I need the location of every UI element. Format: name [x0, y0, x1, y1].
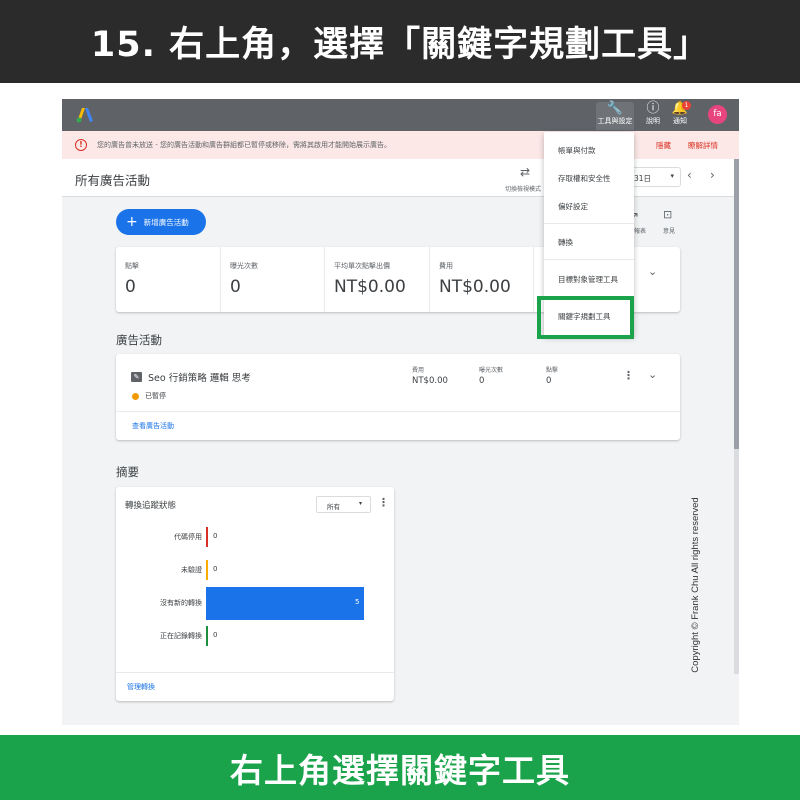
more-vert-icon[interactable]: ⋮: [623, 369, 634, 382]
bar-category-label: 沒有新的轉換: [160, 599, 202, 607]
menu-separator: [544, 259, 634, 260]
screenshot-frame: 🔧 工具與設定 ⓘ 說明 🔔 1 通知 fa ! 您的廣告曾未放送 - 您的廣告…: [62, 99, 739, 725]
divider: [116, 672, 394, 673]
campaign-status: 已暫停: [145, 392, 166, 400]
metric-avg-cpc[interactable]: 平均單次點擊出價 NT$0.00: [325, 247, 430, 312]
menu-item-preferences[interactable]: 偏好設定: [558, 201, 588, 212]
help-button[interactable]: ⓘ 說明: [640, 102, 666, 130]
google-ads-logo: [76, 108, 93, 123]
bar-category-label: 正在記錄轉換: [160, 632, 202, 640]
campaign-stat-label: 點擊: [546, 367, 559, 374]
reports-label: 報表: [634, 228, 647, 235]
campaigns-section-title: 廣告活動: [116, 333, 162, 347]
date-value: 31日: [634, 174, 652, 183]
avatar[interactable]: fa: [708, 105, 727, 124]
switch-view-label: 切換檢視模式: [505, 186, 542, 193]
notifications-label: 通知: [673, 117, 687, 125]
new-campaign-label: 新增廣告活動: [143, 217, 189, 227]
menu-item-access-security[interactable]: 存取權和安全性: [558, 173, 611, 184]
bar-value-label: 0: [213, 565, 218, 573]
alert-icon: !: [75, 139, 87, 151]
tools-label: 工具與設定: [597, 117, 633, 125]
plus-icon: +: [126, 214, 138, 230]
chevron-down-icon[interactable]: ⌄: [648, 368, 657, 381]
app-bar: 🔧 工具與設定 ⓘ 說明 🔔 1 通知 fa: [62, 99, 739, 131]
campaign-stat-label: 費用: [412, 367, 425, 374]
scrollbar-thumb[interactable]: [734, 159, 739, 449]
chevron-left-icon[interactable]: ‹: [687, 168, 692, 182]
campaign-card: ✎ Seo 行銷策略 邏輯 思考 已暫停 費用 NT$0.00 曝光次數 0 點…: [116, 354, 680, 440]
new-campaign-button[interactable]: + 新增廣告活動: [116, 209, 206, 235]
metric-value: NT$0.00: [334, 277, 406, 297]
bar-value-label: 0: [213, 532, 218, 540]
page-header: 所有廣告活動 ⇄ 切換檢視模式 31日 ▾ ‹ ›: [62, 159, 739, 197]
chevron-right-icon[interactable]: ›: [710, 168, 715, 182]
help-label: 說明: [646, 117, 660, 125]
menu-item-audience-manager[interactable]: 目標對象管理工具: [558, 274, 618, 285]
page-title: 所有廣告活動: [75, 173, 151, 188]
paused-status-icon: [132, 393, 139, 400]
bottom-banner-caption: 右上角選擇關鍵字工具: [0, 735, 800, 800]
metric-label: 點擊: [125, 262, 139, 270]
menu-item-conversions[interactable]: 轉換: [558, 237, 573, 248]
summary-section-title: 摘要: [116, 465, 139, 479]
bar-mark: [206, 560, 208, 580]
notification-badge: 1: [682, 101, 691, 110]
alert-message: 您的廣告曾未放送 - 您的廣告活動和廣告群組都已暫停或移除，需將其啟用才能開始展…: [97, 141, 391, 149]
bar-value-label: 5: [355, 598, 360, 606]
tools-settings-button[interactable]: 🔧 工具與設定: [596, 102, 634, 130]
campaign-stat-value: NT$0.00: [412, 376, 448, 386]
switch-view-icon[interactable]: ⇄: [520, 165, 530, 179]
metric-cost[interactable]: 費用 NT$0.00: [430, 247, 534, 312]
menu-item-billing[interactable]: 帳單與付款: [558, 145, 596, 156]
metric-label: 曝光次數: [230, 262, 258, 270]
bar-mark[interactable]: [206, 587, 364, 620]
divider: [116, 411, 680, 412]
wrench-icon: 🔧: [606, 101, 624, 116]
caret-down-icon: ▾: [670, 172, 674, 180]
more-vert-icon[interactable]: ⋮: [378, 496, 389, 509]
select-value: 所有: [327, 503, 340, 511]
metric-value: 0: [125, 277, 136, 297]
alert-details-link[interactable]: 瞭解詳情: [688, 140, 718, 151]
menu-separator: [544, 223, 634, 224]
notifications-button[interactable]: 🔔 1 通知: [668, 101, 692, 130]
bar-mark: [206, 626, 208, 646]
date-range-select[interactable]: 31日 ▾: [627, 167, 681, 187]
feedback-icon[interactable]: ⊡: [663, 208, 672, 221]
bar-category-label: 未驗證: [181, 566, 202, 574]
conversion-filter-select[interactable]: 所有 ▾: [316, 496, 371, 513]
help-icon: ⓘ: [646, 101, 660, 116]
campaign-name-link[interactable]: Seo 行銷策略 邏輯 思考: [148, 370, 251, 384]
keyword-planner-highlight: [537, 296, 634, 339]
bar-category-label: 代碼停用: [174, 533, 202, 541]
alert-bar: ! 您的廣告曾未放送 - 您的廣告活動和廣告群組都已暫停或移除，需將其啟用才能開…: [62, 131, 739, 159]
metric-label: 費用: [439, 262, 453, 270]
bar-value-label: 0: [213, 631, 218, 639]
chevron-down-icon[interactable]: ⌄: [648, 265, 657, 278]
manage-conversions-link[interactable]: 管理轉換: [127, 682, 155, 692]
campaign-stat-label: 曝光次數: [479, 367, 504, 374]
campaign-type-icon: ✎: [131, 372, 142, 382]
campaign-stat-value: 0: [479, 376, 485, 386]
caret-down-icon: ▾: [358, 500, 362, 507]
copyright-text: Copyright © Frank Chu All rights reserve…: [690, 497, 701, 673]
campaign-stat-value: 0: [546, 376, 552, 386]
metric-impressions[interactable]: 曝光次數 0: [221, 247, 325, 312]
summary-card: 轉換追蹤狀態 所有 ▾ ⋮ 代碼停用 0 未驗證 0 沒有新的轉換 5 正在記錄轉換 0 管理…: [116, 487, 394, 701]
alert-hide-link[interactable]: 隱藏: [656, 140, 671, 151]
feedback-label: 意見: [663, 228, 676, 235]
metric-clicks[interactable]: 點擊 0: [116, 247, 221, 312]
view-campaigns-link[interactable]: 查看廣告活動: [132, 421, 174, 431]
metric-value: NT$0.00: [439, 277, 511, 297]
metric-label: 平均單次點擊出價: [334, 262, 390, 270]
bar-mark: [206, 527, 208, 547]
top-banner-title: 15. 右上角，選擇「關鍵字規劃工具」: [0, 0, 800, 83]
metric-value: 0: [230, 277, 241, 297]
conversion-status-title: 轉換追蹤狀態: [125, 501, 177, 511]
